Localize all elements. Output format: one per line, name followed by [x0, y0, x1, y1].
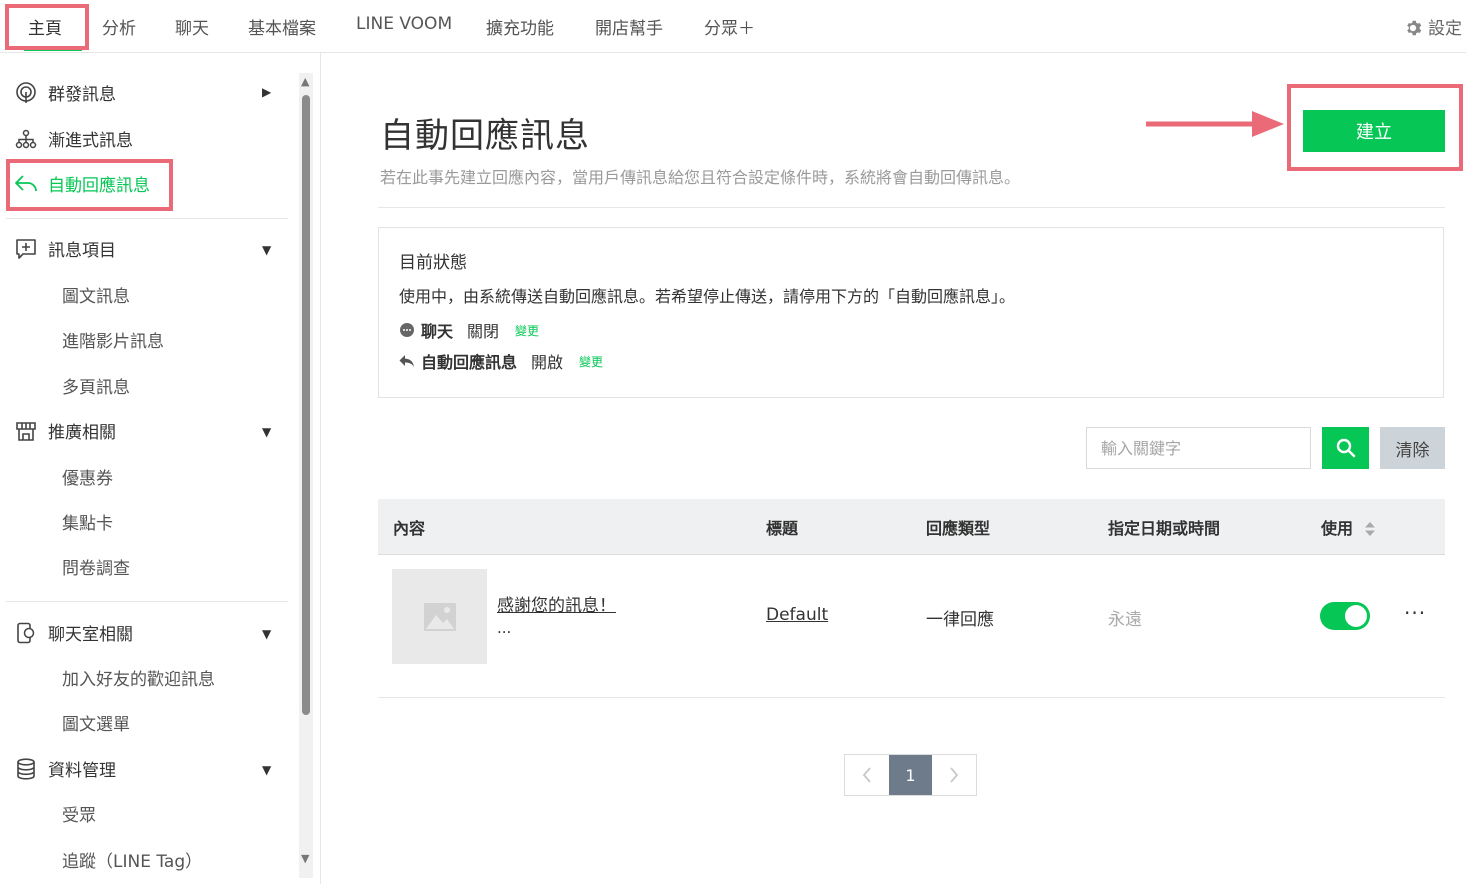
database-icon: [14, 757, 38, 781]
sidebar-item-promotion[interactable]: 推廣相關: [14, 418, 116, 443]
nav-shop-helper[interactable]: 開店幫手: [595, 14, 663, 39]
sidebar-label-chatroom: 聊天室相關: [48, 625, 133, 645]
prev-page-button[interactable]: [845, 755, 889, 795]
more-options-icon[interactable]: ···: [1404, 601, 1426, 625]
sidebar-subitem-rich-menu[interactable]: 圖文選單: [62, 710, 130, 735]
column-header-content: 內容: [393, 519, 426, 538]
sidebar-subitem-line-tag[interactable]: 追蹤（LINE Tag）: [62, 847, 202, 872]
sidebar-label-message-items: 訊息項目: [48, 241, 116, 261]
status-autoreply-label: 自動回應訊息: [421, 353, 518, 372]
column-header-enabled-label: 使用: [1321, 519, 1354, 538]
status-text: 使用中，由系統傳送自動回應訊息。若希望停止傳送，請停用下方的「自動回應訊息」。: [399, 287, 1016, 306]
caret-down-icon: ▼: [262, 763, 272, 777]
next-page-button[interactable]: [932, 755, 976, 795]
sidebar-subitem-audience[interactable]: 受眾: [62, 801, 96, 826]
column-header-type: 回應類型: [926, 519, 991, 538]
sidebar-subitem-video-message[interactable]: 進階影片訊息: [62, 327, 164, 352]
nav-line-voom[interactable]: LINE VOOM: [356, 14, 452, 34]
top-navigation: 主頁 分析 聊天 基本檔案 LINE VOOM 擴充功能 開店幫手 分眾＋ 設定: [0, 0, 1466, 53]
sidebar-subitem-coupon[interactable]: 優惠券: [62, 464, 113, 489]
page-title: 自動回應訊息: [380, 116, 590, 156]
nav-segments-plus[interactable]: 分眾＋: [704, 14, 755, 39]
page-description: 若在此事先建立回應內容，當用戶傳訊息給您且符合設定條件時，系統將會自動回傳訊息。: [380, 168, 1021, 187]
settings-link[interactable]: 設定: [1404, 14, 1462, 42]
broadcast-icon: [14, 81, 38, 105]
row-content-more: ...: [497, 619, 512, 637]
page-button-current[interactable]: 1: [888, 755, 933, 795]
auto-reply-highlight-box: [6, 159, 173, 211]
settings-label: 設定: [1428, 19, 1462, 39]
sidebar-label-data-management: 資料管理: [48, 761, 116, 781]
add-message-icon: [14, 237, 38, 261]
sidebar-item-chatroom[interactable]: 聊天室相關: [14, 620, 133, 645]
nav-extensions[interactable]: 擴充功能: [486, 14, 554, 39]
caret-down-icon: ▼: [262, 425, 272, 439]
caret-right-icon: ▶: [262, 85, 272, 99]
sidebar-divider: [6, 601, 288, 602]
row-response-type: 一律回應: [926, 610, 994, 630]
sidebar-item-data-management[interactable]: 資料管理: [14, 756, 116, 781]
chevron-left-icon: [862, 767, 871, 783]
sidebar: 群發訊息 ▶ 漸進式訊息 自動回應訊息 訊息項目 ▼ 圖文訊息 進階影片訊息 多…: [0, 53, 321, 884]
status-chat-value: 關閉: [467, 322, 500, 341]
shop-icon: [14, 419, 38, 443]
image-placeholder-icon: [423, 602, 456, 631]
phone-chat-icon: [14, 621, 38, 645]
sidebar-subitem-card-message[interactable]: 多頁訊息: [62, 373, 130, 398]
header-divider: [378, 207, 1445, 208]
sidebar-label-broadcast: 群發訊息: [48, 85, 116, 105]
status-row-chat: 聊天 關閉 變更: [399, 318, 539, 342]
row-enable-toggle[interactable]: [1320, 602, 1370, 630]
caret-down-icon: ▼: [262, 627, 272, 641]
sidebar-item-message-items[interactable]: 訊息項目: [14, 236, 116, 261]
row-title-link[interactable]: Default: [766, 605, 828, 625]
create-highlight-box: [1287, 84, 1463, 171]
sidebar-item-broadcast[interactable]: 群發訊息: [14, 80, 116, 105]
arrow-annotation-icon: [1146, 111, 1284, 137]
sidebar-item-step-message[interactable]: 漸進式訊息: [14, 126, 133, 151]
chat-bubble-icon: [399, 322, 415, 338]
gear-icon: [1404, 19, 1422, 42]
pagination: 1: [844, 754, 977, 796]
sidebar-scrollbar-thumb[interactable]: [302, 95, 310, 715]
nav-analytics[interactable]: 分析: [102, 14, 136, 39]
scroll-down-icon[interactable]: ▼: [301, 852, 309, 865]
sidebar-subitem-survey[interactable]: 問卷調查: [62, 554, 130, 579]
sidebar-label-step-message: 漸進式訊息: [48, 131, 133, 151]
status-chat-label: 聊天: [421, 322, 454, 341]
keyword-search-input[interactable]: [1086, 427, 1311, 469]
row-date: 永遠: [1108, 610, 1142, 630]
nav-profile[interactable]: 基本檔案: [248, 14, 316, 39]
nav-chat[interactable]: 聊天: [175, 14, 209, 39]
reply-icon: [399, 353, 415, 369]
table-header: 內容 標題 回應類型 指定日期或時間 使用: [378, 499, 1445, 555]
sidebar-divider: [6, 218, 288, 219]
toggle-knob: [1345, 605, 1367, 627]
status-panel: 目前狀態 使用中，由系統傳送自動回應訊息。若希望停止傳送，請停用下方的「自動回應…: [378, 227, 1444, 398]
status-row-autoreply: 自動回應訊息 開啟 變更: [399, 349, 603, 373]
search-icon: [1336, 438, 1356, 458]
status-autoreply-value: 開啟: [531, 353, 564, 372]
sidebar-subitem-reward-card[interactable]: 集點卡: [62, 509, 113, 534]
table-row: 感謝您的訊息！ ... Default 一律回應 永遠 ···: [378, 555, 1445, 698]
sidebar-subitem-greeting[interactable]: 加入好友的歡迎訊息: [62, 665, 215, 690]
search-button[interactable]: [1322, 427, 1369, 469]
content-thumbnail: [392, 569, 487, 664]
chat-change-link[interactable]: 變更: [515, 322, 539, 339]
scroll-up-icon[interactable]: ▲: [301, 75, 309, 88]
hierarchy-icon: [14, 127, 38, 151]
sidebar-label-promotion: 推廣相關: [48, 423, 116, 443]
column-header-enabled[interactable]: 使用: [1321, 515, 1375, 540]
row-content-link[interactable]: 感謝您的訊息！: [497, 591, 616, 616]
clear-button[interactable]: 清除: [1380, 427, 1445, 469]
sort-icon[interactable]: [1364, 521, 1375, 540]
column-header-date: 指定日期或時間: [1108, 519, 1221, 538]
caret-down-icon: ▼: [262, 243, 272, 257]
autoreply-change-link[interactable]: 變更: [579, 353, 603, 370]
chevron-right-icon: [950, 767, 959, 783]
status-title: 目前狀態: [399, 253, 467, 273]
home-highlight-box: [5, 4, 89, 50]
column-header-title: 標題: [766, 519, 799, 538]
sidebar-subitem-rich-message[interactable]: 圖文訊息: [62, 282, 130, 307]
